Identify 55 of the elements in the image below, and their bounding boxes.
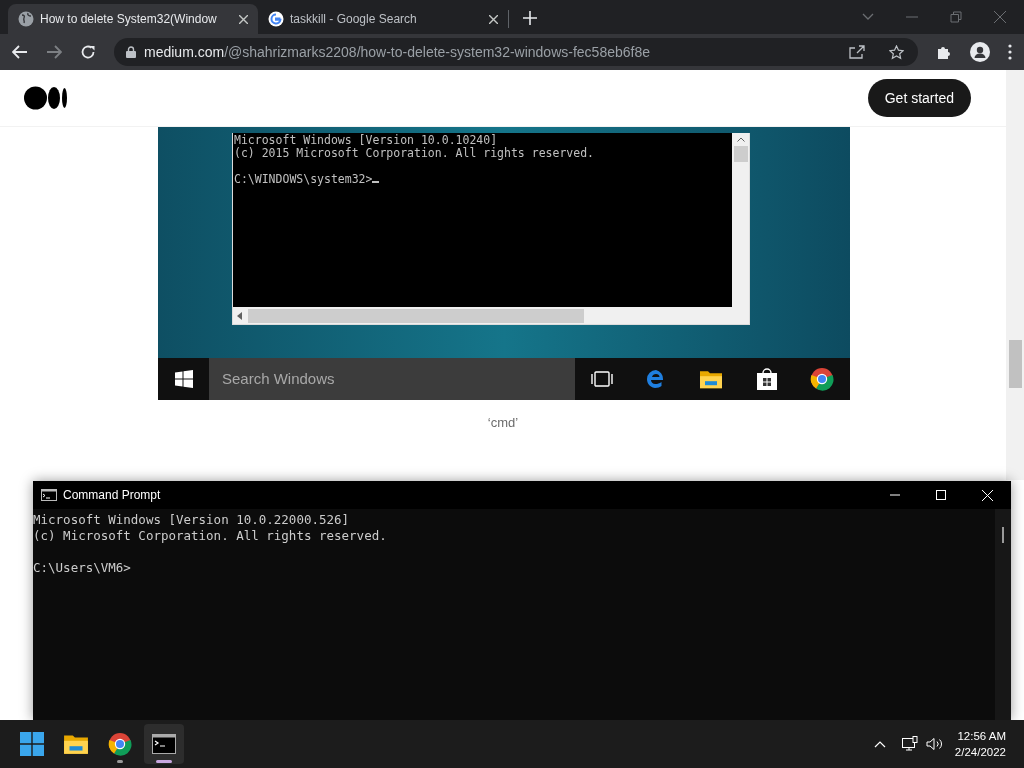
- logo-icon[interactable]: [24, 86, 68, 110]
- lock-icon: [126, 46, 136, 58]
- store-icon: [755, 368, 778, 390]
- scrollbar[interactable]: [995, 509, 1011, 720]
- console-prompt: C:\Users\VM6>: [33, 560, 132, 576]
- share-icon[interactable]: [849, 45, 865, 59]
- terminal-icon: [41, 489, 57, 501]
- image-caption: ‘cmd’: [486, 414, 520, 432]
- console-line: (c) Microsoft Corporation. All rights reserved.: [33, 528, 388, 544]
- clock-time: 12:56 AM: [957, 729, 1006, 744]
- running-indicator: [156, 760, 172, 763]
- close-icon[interactable]: [239, 14, 248, 24]
- browser-tab[interactable]: How to delete System32(Window: [8, 4, 258, 34]
- chevron-down-icon[interactable]: [862, 13, 874, 21]
- new-tab-icon[interactable]: [523, 11, 537, 25]
- folder-icon: [699, 368, 724, 390]
- folder-icon: [63, 732, 89, 756]
- console-prompt: C:\WINDOWS\system32>: [234, 173, 732, 186]
- network-icon[interactable]: [901, 736, 918, 752]
- more-icon[interactable]: [1008, 44, 1012, 60]
- scroll-up-icon: [736, 137, 745, 142]
- windows-logo-icon[interactable]: [20, 732, 44, 756]
- speaker-icon[interactable]: [925, 737, 943, 751]
- restore-icon[interactable]: [950, 11, 962, 23]
- tab-title: How to delete System32(Window: [40, 11, 218, 28]
- task-view-icon: [591, 370, 614, 388]
- browser-tab[interactable]: taskkill - Google Search: [258, 4, 508, 34]
- puzzle-icon[interactable]: [936, 44, 952, 60]
- chevron-up-icon[interactable]: [873, 740, 886, 748]
- tab-title: taskkill - Google Search: [290, 11, 418, 28]
- chrome-icon: [809, 367, 834, 391]
- clock-date: 2/24/2022: [954, 745, 1006, 760]
- address-field[interactable]: medium.com/@shahrizmarks2208/how-to-delete-system32-windows-fec58eb6f8e: [114, 38, 918, 66]
- star-icon[interactable]: [889, 44, 904, 60]
- terminal-icon: [152, 734, 176, 754]
- window-title: Command Prompt: [63, 487, 161, 504]
- taskbar-app[interactable]: [144, 724, 184, 764]
- console-line: Microsoft Windows [Version 10.0.22000.526]: [33, 512, 351, 528]
- running-indicator: [117, 760, 123, 763]
- windows-logo-icon: [174, 370, 193, 388]
- forward-icon[interactable]: [46, 45, 62, 59]
- back-icon[interactable]: [12, 45, 28, 59]
- scrollbar-thumb: [733, 146, 748, 162]
- profile-icon[interactable]: [970, 42, 990, 62]
- get-started-button[interactable]: Get started: [867, 79, 971, 117]
- google-icon: [268, 11, 284, 27]
- close-icon[interactable]: [489, 14, 498, 24]
- chrome-icon: [108, 732, 132, 756]
- reload-icon[interactable]: [80, 44, 96, 60]
- url-text: medium.com/@shahrizmarks2208/how-to-delete-system32-windows-fec58eb6f8e: [144, 42, 651, 62]
- scrollbar[interactable]: [1006, 70, 1024, 480]
- console-line: (c) 2015 Microsoft Corporation. All rights reserved.: [234, 147, 596, 160]
- maximize-icon[interactable]: [936, 490, 946, 500]
- globe-icon: [18, 11, 34, 27]
- console-line: Microsoft Windows [Version 10.0.10240]: [234, 134, 499, 147]
